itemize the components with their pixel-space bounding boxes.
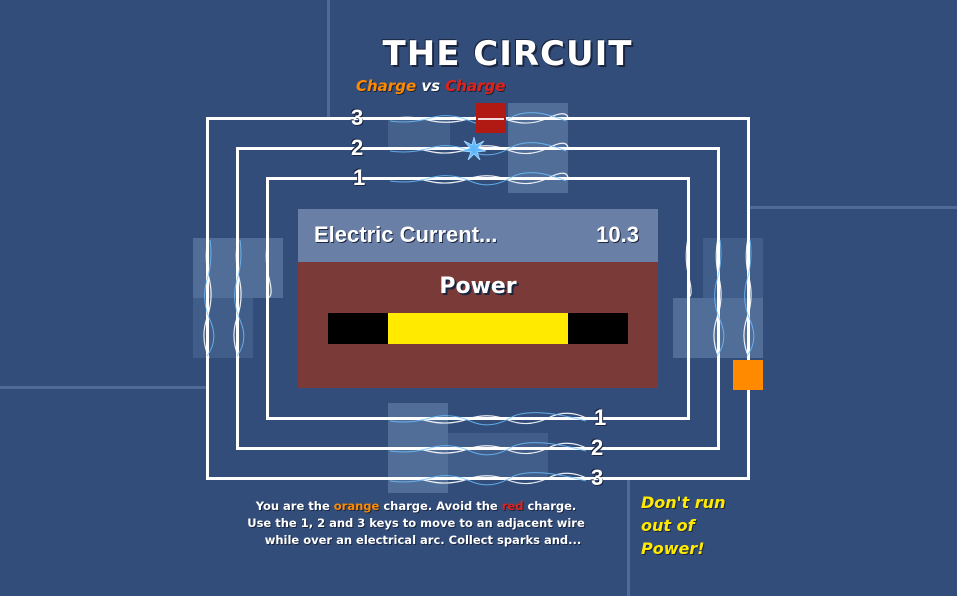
arc-right-1: [685, 237, 692, 299]
electric-current-value: 10.3: [596, 222, 639, 247]
instr-red-word: red: [501, 499, 524, 513]
enemy-red-charge: [476, 103, 506, 133]
instr-text-b: charge. Avoid the: [379, 499, 502, 513]
wire-label-bottom-2: 2: [591, 435, 604, 460]
arc-left-1: [265, 237, 272, 299]
wire-label-top-2: 2: [351, 135, 364, 160]
instructions-line-3: while over an electrical arc. Collect sp…: [264, 533, 582, 547]
instr-text-a: You are the: [255, 499, 334, 513]
wire-label-bottom-3: 3: [591, 465, 604, 490]
electric-current-label: Electric Current...: [314, 222, 498, 247]
power-bar-track: [328, 313, 628, 344]
arc-top-1: [387, 172, 569, 185]
wire-label-top-1: 1: [353, 165, 366, 190]
instructions-line-2: Use the 1, 2 and 3 keys to move to an ad…: [247, 516, 585, 530]
power-bar-fill: [388, 313, 568, 344]
instr-orange-word: orange: [333, 499, 380, 513]
instr-text-c: charge.: [523, 499, 577, 513]
wire-label-top-3: 3: [351, 105, 364, 130]
power-warning: Don't run out of Power!: [641, 493, 726, 558]
spark-icon: [462, 137, 486, 161]
wire-label-bottom-1: 1: [594, 405, 607, 430]
instructions-line-1: You are the orange charge. Avoid the red…: [206, 498, 626, 515]
instructions-text: You are the orange charge. Avoid the red…: [206, 498, 626, 549]
player-orange-charge[interactable]: [733, 360, 763, 390]
power-label: Power: [439, 274, 517, 299]
